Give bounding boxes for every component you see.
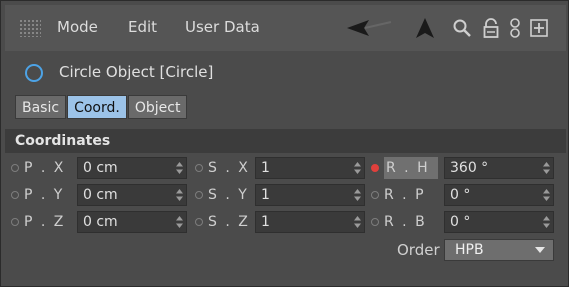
panel-grip-icon[interactable]	[19, 19, 41, 37]
spinner-icon[interactable]	[354, 162, 361, 174]
rh-field[interactable]: 360 °	[444, 157, 554, 179]
lock-icon[interactable]	[481, 15, 501, 41]
spinner-icon[interactable]	[543, 189, 550, 201]
spinner-icon[interactable]	[543, 162, 550, 174]
add-panel-icon[interactable]	[529, 15, 549, 41]
object-title: Circle Object [Circle]	[59, 63, 214, 81]
attribute-manager: Mode Edit User Data Circle Object [Circl…	[0, 0, 569, 287]
sz-field[interactable]: 1	[255, 211, 365, 233]
param-sx: S . X	[195, 155, 250, 181]
up-arrow-icon[interactable]	[413, 15, 437, 41]
param-row: P . Z 0 cm S . Z 1 R . B 0 °	[5, 209, 566, 235]
search-icon[interactable]	[451, 15, 473, 41]
spinner-icon[interactable]	[543, 216, 550, 228]
chevron-down-icon	[535, 247, 545, 253]
param-label: S . Z	[208, 214, 250, 230]
py-value: 0 cm	[83, 187, 118, 203]
sz-value: 1	[261, 214, 270, 230]
keyframe-dot-icon[interactable]	[371, 164, 379, 172]
param-label: R . B	[384, 214, 427, 230]
spinner-icon[interactable]	[176, 189, 183, 201]
sy-value: 1	[261, 187, 270, 203]
tab-basic[interactable]: Basic	[15, 95, 67, 119]
spinner-icon[interactable]	[354, 216, 361, 228]
param-label: P . Y	[24, 187, 65, 203]
keyframe-dot-icon[interactable]	[371, 218, 379, 226]
param-pz: P . Z	[11, 209, 65, 235]
param-label: P . Z	[24, 214, 66, 230]
object-title-row: Circle Object [Circle]	[5, 57, 566, 89]
keyframe-dot-icon[interactable]	[195, 218, 203, 226]
sx-field[interactable]: 1	[255, 157, 365, 179]
section-header-coordinates[interactable]: Coordinates	[5, 129, 566, 153]
tab-bar: Basic Coord. Object	[15, 95, 188, 119]
rp-value: 0 °	[450, 187, 471, 203]
param-py: P . Y	[11, 182, 64, 208]
px-field[interactable]: 0 cm	[77, 157, 187, 179]
param-px: P . X	[11, 155, 65, 181]
circle-icon	[25, 64, 43, 82]
order-select[interactable]: HPB	[444, 239, 554, 261]
menu-edit[interactable]: Edit	[128, 18, 157, 36]
order-row: Order HPB	[5, 237, 566, 263]
rh-value: 360 °	[450, 160, 489, 176]
menu-user-data[interactable]: User Data	[185, 18, 260, 36]
param-rp: R . P	[371, 182, 426, 208]
param-label: R . H	[384, 157, 438, 179]
tab-object[interactable]: Object	[127, 95, 188, 119]
menu-bar: Mode Edit User Data	[5, 5, 566, 51]
tab-coord[interactable]: Coord.	[67, 95, 127, 119]
keyframe-dot-icon[interactable]	[11, 191, 19, 199]
param-row: P . X 0 cm S . X 1 R . H 360 °	[5, 155, 566, 181]
pz-field[interactable]: 0 cm	[77, 211, 187, 233]
param-row: P . Y 0 cm S . Y 1 R . P 0 °	[5, 182, 566, 208]
rb-field[interactable]: 0 °	[444, 211, 554, 233]
param-sy: S . Y	[195, 182, 249, 208]
keyframe-dot-icon[interactable]	[195, 191, 203, 199]
param-label: P . X	[24, 160, 66, 176]
pz-value: 0 cm	[83, 214, 118, 230]
spinner-icon[interactable]	[176, 216, 183, 228]
param-label: R . P	[384, 187, 426, 203]
keyframe-dot-icon[interactable]	[371, 191, 379, 199]
keyframe-dot-icon[interactable]	[11, 164, 19, 172]
keyframe-dot-icon[interactable]	[11, 218, 19, 226]
order-label: Order	[397, 241, 440, 259]
param-label: S . X	[208, 160, 250, 176]
keyframe-dot-icon[interactable]	[195, 164, 203, 172]
py-field[interactable]: 0 cm	[77, 184, 187, 206]
px-value: 0 cm	[83, 160, 118, 176]
spinner-icon[interactable]	[354, 189, 361, 201]
menu-mode[interactable]: Mode	[57, 18, 98, 36]
param-label: S . Y	[208, 187, 249, 203]
back-arrow-icon[interactable]	[345, 15, 395, 41]
param-rh: R . H	[371, 155, 438, 181]
sy-field[interactable]: 1	[255, 184, 365, 206]
order-value: HPB	[455, 242, 484, 258]
param-sz: S . Z	[195, 209, 250, 235]
spinner-icon[interactable]	[176, 162, 183, 174]
param-rb: R . B	[371, 209, 427, 235]
chain-icon[interactable]	[507, 15, 523, 41]
rp-field[interactable]: 0 °	[444, 184, 554, 206]
sx-value: 1	[261, 160, 270, 176]
rb-value: 0 °	[450, 214, 471, 230]
